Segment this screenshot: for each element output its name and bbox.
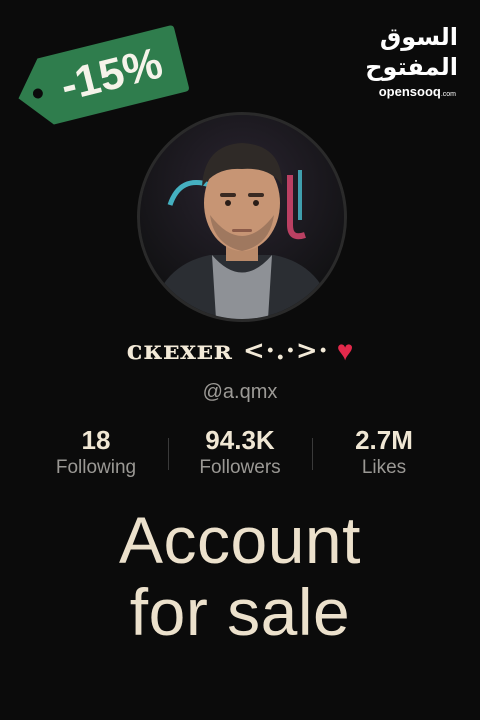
- avatar[interactable]: [137, 112, 347, 322]
- stat-label: Likes: [361, 457, 407, 478]
- logo-suffix: .com: [440, 91, 456, 98]
- stat-label: Following: [55, 457, 137, 478]
- headline-line-1: Account: [119, 503, 361, 577]
- profile-stats: 18 Following 94.3K Followers 2.7M Likes: [24, 424, 456, 484]
- promo-page: -15% السوق المفتوح opensooq.com ᴄᴋᴇxᴇʀ <…: [0, 0, 480, 720]
- logo-latin-name: opensooq: [378, 84, 441, 99]
- stat-following[interactable]: 18 Following: [24, 424, 168, 484]
- logo-arabic-text: السوق المفتوح: [365, 23, 458, 81]
- stat-value: 2.7M: [355, 425, 413, 455]
- heart-icon: ♥: [336, 335, 354, 366]
- headline: Account for sale: [0, 504, 480, 648]
- username-handle: @a.qmx: [202, 381, 278, 403]
- stat-value: 18: [81, 425, 111, 455]
- stat-likes[interactable]: 2.7M Likes: [312, 424, 456, 484]
- logo-latin-text: opensooq.com: [298, 84, 456, 99]
- profile-name-row: ᴄᴋᴇxᴇʀ <·.·>· ♥: [0, 336, 480, 366]
- display-name: ᴄᴋᴇxᴇʀ <·.·>·: [126, 336, 329, 366]
- opensooq-logo[interactable]: السوق المفتوح opensooq.com: [298, 22, 458, 99]
- profile-photo-icon: [140, 115, 344, 319]
- discount-tag: -15%: [8, 22, 192, 133]
- stat-label: Followers: [199, 457, 281, 478]
- stat-value: 94.3K: [205, 425, 275, 455]
- stat-followers[interactable]: 94.3K Followers: [168, 424, 312, 484]
- headline-line-2: for sale: [129, 575, 351, 649]
